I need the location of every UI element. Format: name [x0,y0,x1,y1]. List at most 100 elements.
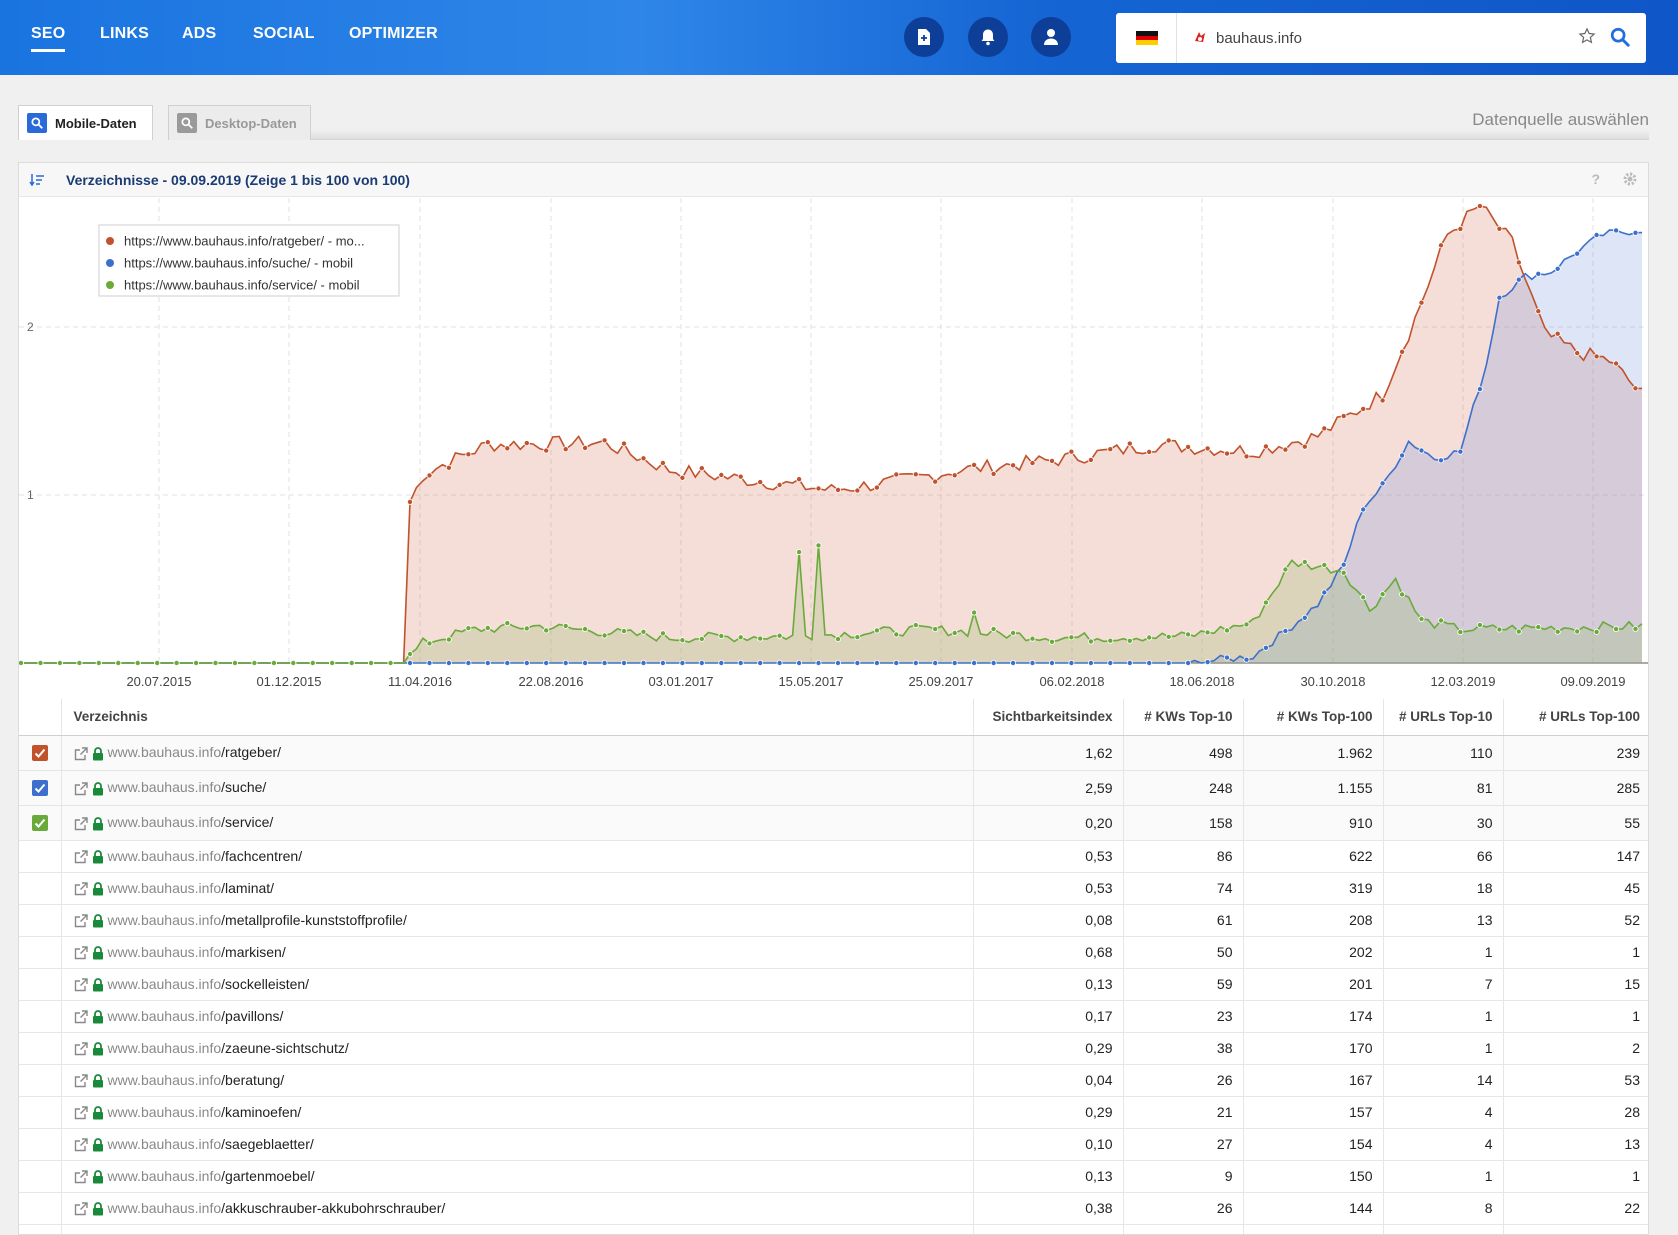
row-checkbox[interactable] [31,780,48,797]
row-select-cell[interactable] [19,734,61,770]
tab-mobile-data[interactable]: Mobile-Daten [18,105,153,140]
table-row[interactable]: www.bauhaus.info/akkuschrauber-akkubohrs… [19,1191,1648,1224]
external-link-icon[interactable] [74,850,88,864]
row-directory-cell[interactable]: www.bauhaus.info/laminat/ [60,871,973,904]
legend-label-ratgeber[interactable]: https://www.bauhaus.info/ratgeber/ - mo.… [124,234,365,249]
row-checkbox[interactable] [31,815,48,832]
col-header-urls-top100[interactable]: # URLs Top-100 [1502,699,1648,736]
row-path[interactable]: /sockelleisten/ [221,976,309,992]
table-row[interactable]: www.bauhaus.info/saegeblaetter/0,10 27 154… [19,1127,1648,1160]
row-path[interactable]: /ratgeber/ [221,744,281,760]
external-link-icon[interactable] [74,946,88,960]
external-link-icon[interactable] [74,882,88,896]
col-header-kws-top10[interactable]: # KWs Top-10 [1122,699,1243,736]
row-directory-cell[interactable]: www.bauhaus.info/autobatterien/ [60,1223,973,1234]
col-header-visibility[interactable]: Sichtbarkeitsindex [972,699,1123,736]
row-directory-cell[interactable]: www.bauhaus.info/suche/ [60,769,973,805]
nav-seo[interactable]: SEO [31,25,66,52]
row-directory-cell[interactable]: www.bauhaus.info/markisen/ [60,935,973,968]
sort-icon[interactable] [29,172,45,188]
table-row[interactable]: www.bauhaus.info/sockelleisten/0,13 59 201… [19,967,1648,1000]
row-path[interactable]: /laminat/ [221,880,274,896]
row-directory-cell[interactable]: www.bauhaus.info/pavillons/ [60,999,973,1032]
row-path[interactable]: /service/ [221,814,273,830]
tab-desktop-data[interactable]: Desktop-Daten [168,105,311,140]
help-icon[interactable]: ? [1591,171,1600,187]
row-directory-cell[interactable]: www.bauhaus.info/metallprofile-kunststof… [60,903,973,936]
col-header-directory[interactable]: Verzeichnis [60,699,973,736]
legend-label-suche[interactable]: https://www.bauhaus.info/suche/ - mobil [124,256,353,271]
select-datasource-link[interactable]: Datenquelle auswählen [1472,110,1649,130]
row-select-cell[interactable] [19,804,61,840]
external-link-icon[interactable] [74,1170,88,1184]
row-path[interactable]: /markisen/ [221,944,286,960]
table-row[interactable]: www.bauhaus.info/ratgeber/1,62 498 1.962 11… [19,734,1648,770]
row-directory-cell[interactable]: www.bauhaus.info/beratung/ [60,1063,973,1096]
row-directory-cell[interactable]: www.bauhaus.info/saegeblaetter/ [60,1127,973,1160]
row-path[interactable]: /akkuschrauber-akkubohrschrauber/ [221,1200,445,1216]
external-link-icon[interactable] [74,1010,88,1024]
notifications-button[interactable] [968,17,1008,57]
row-directory-cell[interactable]: www.bauhaus.info/kaminoefen/ [60,1095,973,1128]
point-suche [621,659,628,666]
nav-ads[interactable]: ADS [182,25,216,43]
external-link-icon[interactable] [74,1042,88,1056]
table-row[interactable]: www.bauhaus.info/service/0,20 158 910 30 55 [19,804,1648,840]
external-link-icon[interactable] [74,1106,88,1120]
external-link-icon[interactable] [74,781,88,796]
row-path[interactable]: /suche/ [221,779,266,795]
table-row[interactable]: www.bauhaus.info/suche/2,59 248 1.155 81 285 [19,769,1648,805]
nav-social[interactable]: SOCIAL [253,25,315,43]
point-ratgeber [1476,203,1483,210]
external-link-icon[interactable] [74,1202,88,1216]
row-directory-cell[interactable]: www.bauhaus.info/sockelleisten/ [60,967,973,1000]
table-row[interactable]: www.bauhaus.info/markisen/0,68 50 202 1 1 [19,935,1648,968]
domain-input[interactable] [1216,23,1546,53]
external-link-icon[interactable] [74,1138,88,1152]
col-header-urls-top10[interactable]: # URLs Top-10 [1382,699,1503,736]
gear-icon[interactable] [1622,171,1638,187]
nav-links[interactable]: LINKS [100,25,149,43]
external-link-icon[interactable] [74,978,88,992]
table-row[interactable]: www.bauhaus.info/pavillons/0,17 23 174 1 1 [19,999,1648,1032]
row-directory-cell[interactable]: www.bauhaus.info/fachcentren/ [60,839,973,872]
col-header-kws-top100[interactable]: # KWs Top-100 [1242,699,1383,736]
table-row[interactable]: www.bauhaus.info/zaeune-sichtschutz/0,29… [19,1031,1648,1064]
table-row[interactable]: www.bauhaus.info/metallprofile-kunststof… [19,903,1648,936]
row-directory-cell[interactable]: www.bauhaus.info/service/ [60,804,973,840]
row-path[interactable]: /gartenmoebel/ [221,1168,314,1184]
point-suche [1146,659,1153,666]
row-path[interactable]: /fachcentren/ [221,848,302,864]
row-path[interactable]: /saegeblaetter/ [221,1136,314,1152]
row-checkbox[interactable] [31,745,48,762]
external-link-icon[interactable] [74,816,88,831]
external-link-icon[interactable] [74,914,88,928]
table-row[interactable]: www.bauhaus.info/gartenmoebel/0,13 9 150 1 1 [19,1159,1648,1192]
user-account-button[interactable] [1031,17,1071,57]
row-directory-cell[interactable]: www.bauhaus.info/gartenmoebel/ [60,1159,973,1192]
row-path[interactable]: /zaeune-sichtschutz/ [221,1040,349,1056]
table-row[interactable]: www.bauhaus.info/kaminoefen/0,29 21 157 4 28 [19,1095,1648,1128]
external-link-icon[interactable] [74,1074,88,1088]
row-path[interactable]: /beratung/ [221,1072,284,1088]
external-link-icon[interactable] [74,746,88,761]
row-directory-cell[interactable]: www.bauhaus.info/akkuschrauber-akkubohrs… [60,1191,973,1224]
add-report-button[interactable] [904,17,944,57]
legend-label-service[interactable]: https://www.bauhaus.info/service/ - mobi… [124,278,360,293]
row-select-cell[interactable] [19,769,61,805]
nav-optimizer[interactable]: OPTIMIZER [349,25,438,43]
table-row[interactable]: www.bauhaus.info/autobatterien/0,2036141… [19,1223,1648,1234]
row-kws-top100: 141 [1242,1223,1383,1234]
table-row[interactable]: www.bauhaus.info/beratung/0,04 26 167 14 53 [19,1063,1648,1096]
star-icon[interactable] [1578,27,1596,45]
table-row[interactable]: www.bauhaus.info/laminat/0,53 74 319 18 45 [19,871,1648,904]
table-row[interactable]: www.bauhaus.info/fachcentren/0,53 86 622 66… [19,839,1648,872]
search-icon[interactable] [1609,26,1631,48]
point-ratgeber [1282,446,1289,453]
row-path[interactable]: /metallprofile-kunststoffprofile/ [221,912,407,928]
row-path[interactable]: /pavillons/ [221,1008,283,1024]
row-directory-cell[interactable]: www.bauhaus.info/zaeune-sichtschutz/ [60,1031,973,1064]
row-directory-cell[interactable]: www.bauhaus.info/ratgeber/ [60,734,973,770]
row-path[interactable]: /kaminoefen/ [221,1104,301,1120]
germany-flag-icon[interactable] [1136,31,1158,45]
